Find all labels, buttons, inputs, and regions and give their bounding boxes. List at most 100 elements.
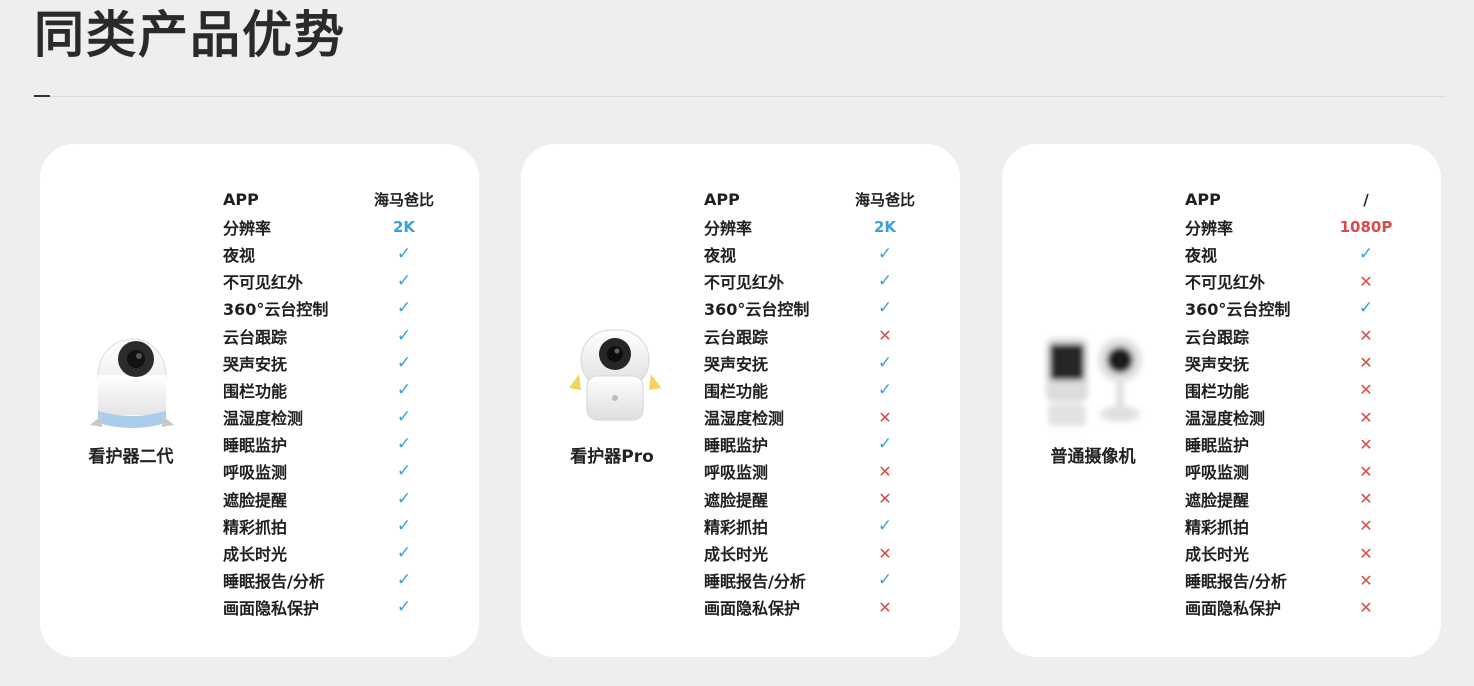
spec-label: 遮脸提醒 (704, 490, 769, 510)
cross-icon: ✕ (1359, 543, 1373, 563)
spec-label: 呼吸监测 (704, 463, 769, 483)
check-icon: ✓ (877, 271, 893, 292)
product-card-pro: 看护器Pro APP 海马爸比 分辨率 2K 夜视 ✓ 不可见红外 ✓ 360°云台控制 ✓ 云台跟… (521, 144, 960, 657)
spec-row: 不可见红外 ✕ (1185, 268, 1425, 295)
spec-list: APP / 分辨率 1080P 夜视 ✓ 不可见红外 ✕ 360°云台控制 ✓ 云台跟踪 ✕ 哭声安抚 ✕… (1185, 186, 1425, 621)
spec-label: 睡眠报告/分析 (704, 572, 806, 592)
spec-label: 围栏功能 (1185, 381, 1250, 401)
title-accent-dash (34, 95, 50, 97)
check-icon: ✓ (396, 434, 412, 455)
spec-row: 呼吸监测 ✓ (223, 458, 463, 485)
cross-icon: ✕ (878, 597, 892, 617)
cross-icon: ✕ (878, 407, 892, 427)
spec-label: 精彩抓拍 (1185, 517, 1250, 537)
spec-label: 精彩抓拍 (223, 517, 288, 537)
spec-row: 睡眠报告/分析 ✓ (704, 567, 944, 594)
spec-label: 分辨率 (223, 218, 272, 238)
spec-label: 画面隐私保护 (1185, 599, 1282, 619)
spec-label: 不可见红外 (1185, 273, 1266, 293)
spec-row: 夜视 ✓ (1185, 240, 1425, 267)
spec-label: 睡眠报告/分析 (1185, 572, 1287, 592)
spec-label: APP (1185, 190, 1221, 210)
spec-row: 温湿度检测 ✕ (1185, 404, 1425, 431)
spec-label: 夜视 (1185, 245, 1218, 265)
spec-row: 睡眠监护 ✓ (223, 431, 463, 458)
cross-icon: ✕ (1359, 489, 1373, 509)
spec-label: 围栏功能 (704, 381, 769, 401)
spec-label: 分辨率 (704, 218, 753, 238)
spec-row: 呼吸监测 ✕ (1185, 458, 1425, 485)
cross-icon: ✕ (1359, 516, 1373, 536)
spec-row: 呼吸监测 ✕ (704, 458, 944, 485)
baby-monitor-pro-image (569, 329, 661, 421)
spec-label: 精彩抓拍 (704, 517, 769, 537)
spec-label: 睡眠监护 (223, 436, 288, 456)
check-icon: ✓ (877, 352, 893, 373)
spec-label: 夜视 (704, 245, 737, 265)
spec-label: 不可见红外 (223, 273, 304, 293)
spec-label: 360°云台控制 (223, 300, 329, 320)
spec-value: 2K (873, 217, 897, 236)
spec-row: 睡眠监护 ✓ (704, 431, 944, 458)
spec-label: 围栏功能 (223, 381, 288, 401)
spec-label: 哭声安抚 (704, 354, 769, 374)
spec-value: 海马爸比 (854, 191, 915, 210)
spec-row: 分辨率 1080P (1185, 213, 1425, 240)
spec-row: 夜视 ✓ (704, 240, 944, 267)
spec-row: 360°云台控制 ✓ (1185, 295, 1425, 322)
check-icon: ✓ (1358, 243, 1374, 264)
spec-row: 围栏功能 ✓ (704, 376, 944, 403)
generic-camera-image (1046, 338, 1142, 426)
spec-row: 精彩抓拍 ✓ (223, 512, 463, 539)
spec-row: 遮脸提醒 ✓ (223, 485, 463, 512)
check-icon: ✓ (877, 298, 893, 319)
spec-label: 成长时光 (223, 545, 288, 565)
spec-label: 遮脸提醒 (1185, 490, 1250, 510)
spec-label: 分辨率 (1185, 218, 1234, 238)
check-icon: ✓ (877, 570, 893, 591)
check-icon: ✓ (396, 515, 412, 536)
check-icon: ✓ (396, 407, 412, 428)
product-column: 看护器Pro (521, 144, 703, 657)
baby-monitor-gen2-image (90, 338, 174, 428)
check-icon: ✓ (396, 298, 412, 319)
cross-icon: ✕ (1359, 271, 1373, 291)
spec-row: 哭声安抚 ✓ (223, 349, 463, 376)
spec-label: 呼吸监测 (223, 463, 288, 483)
spec-label: 睡眠监护 (704, 436, 769, 456)
check-icon: ✓ (396, 271, 412, 292)
spec-value: 2K (392, 217, 416, 236)
spec-label: 画面隐私保护 (704, 599, 801, 619)
spec-label: 遮脸提醒 (223, 490, 288, 510)
spec-label: 温湿度检测 (1185, 409, 1266, 429)
spec-row: 温湿度检测 ✕ (704, 404, 944, 431)
check-icon: ✓ (396, 461, 412, 482)
spec-value: / (1363, 190, 1369, 209)
spec-row: 温湿度检测 ✓ (223, 404, 463, 431)
spec-list: APP 海马爸比 分辨率 2K 夜视 ✓ 不可见红外 ✓ 360°云台控制 ✓ 云台跟踪 ✓ 哭声安抚 ✓… (223, 186, 463, 621)
product-name: 普通摄像机 (1050, 447, 1136, 467)
comparison-cards: 看护器二代 APP 海马爸比 分辨率 2K 夜视 ✓ 不可见红外 ✓ 360°云台控制 ✓ 云台跟踪… (40, 144, 1441, 657)
spec-list: APP 海马爸比 分辨率 2K 夜视 ✓ 不可见红外 ✓ 360°云台控制 ✓ 云台跟踪 ✕ 哭声安抚 ✓… (704, 186, 944, 621)
spec-row: 360°云台控制 ✓ (704, 295, 944, 322)
spec-row: 围栏功能 ✕ (1185, 376, 1425, 403)
spec-row: 睡眠报告/分析 ✓ (223, 567, 463, 594)
check-icon: ✓ (396, 243, 412, 264)
spec-row: APP 海马爸比 (704, 186, 944, 213)
product-column: 看护器二代 (40, 144, 222, 657)
check-icon: ✓ (396, 570, 412, 591)
spec-row: 分辨率 2K (223, 213, 463, 240)
spec-value: 海马爸比 (373, 191, 434, 210)
spec-value: 1080P (1339, 217, 1393, 236)
check-icon: ✓ (396, 543, 412, 564)
spec-label: 夜视 (223, 245, 256, 265)
check-icon: ✓ (396, 325, 412, 346)
cross-icon: ✕ (878, 543, 892, 563)
cross-icon: ✕ (878, 461, 892, 481)
spec-row: 遮脸提醒 ✕ (704, 485, 944, 512)
cross-icon: ✕ (878, 489, 892, 509)
spec-label: 云台跟踪 (704, 327, 769, 347)
spec-label: 不可见红外 (704, 273, 785, 293)
product-column: 普通摄像机 (1002, 144, 1184, 657)
spec-label: 温湿度检测 (223, 409, 304, 429)
